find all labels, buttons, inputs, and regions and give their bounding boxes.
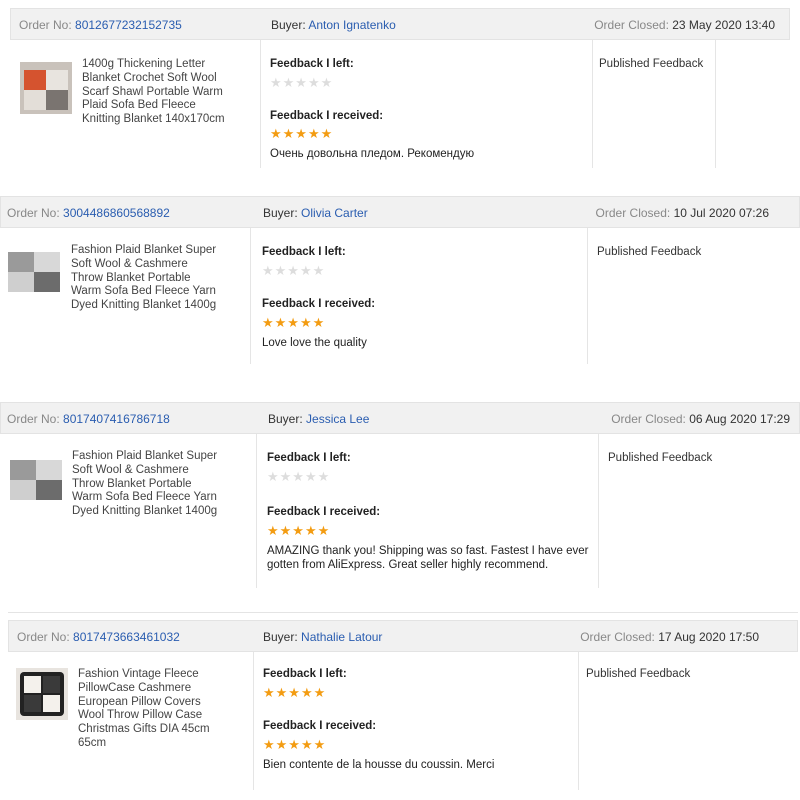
buyer-link[interactable]: Olivia Carter [301,206,368,220]
blanket-image-icon [20,62,72,114]
divider [715,40,716,168]
order-closed-label: Order Closed: [611,412,686,426]
published-feedback: Published Feedback [586,668,691,680]
buyer-label: Buyer: [271,18,306,32]
divider [250,228,251,364]
feedback-received-stars: ★★★★★ [267,523,331,538]
feedback-received-label: Feedback I received: [267,506,381,518]
section-separator [8,612,798,613]
product-thumbnail[interactable] [16,668,68,720]
buyer-link[interactable]: Jessica Lee [306,412,369,426]
order-header: Order No: 8017407416786718 Buyer: Jessic… [0,402,800,434]
feedback-left-label: Feedback I left: [263,668,347,680]
feedback-comment: AMAZING thank you! Shipping was so fast.… [267,545,589,571]
product-title[interactable]: Fashion Plaid Blanket Super Soft Wool & … [71,244,217,313]
order-number: Order No: 3004486860568892 [7,206,170,220]
divider [256,434,257,588]
feedback-left-stars: ★★★★★ [267,469,331,484]
published-feedback: Published Feedback [599,58,704,70]
order-closed: Order Closed: 23 May 2020 13:40 [594,18,775,32]
buyer: Buyer: Jessica Lee [268,412,369,426]
order-number-link[interactable]: 8017407416786718 [63,412,170,426]
buyer-label: Buyer: [263,630,298,644]
feedback-received-label: Feedback I received: [262,298,376,310]
order-closed: Order Closed: 06 Aug 2020 17:29 [611,412,790,426]
published-feedback: Published Feedback [597,246,702,258]
order-header: Order No: 8017473663461032 Buyer: Nathal… [8,620,798,652]
order-number: Order No: 8012677232152735 [19,18,182,32]
feedback-left-label: Feedback I left: [262,246,346,258]
order-closed: Order Closed: 10 Jul 2020 07:26 [596,206,769,220]
published-feedback: Published Feedback [608,452,713,464]
buyer-label: Buyer: [263,206,298,220]
divider [253,652,254,790]
buyer: Buyer: Anton Ignatenko [271,18,396,32]
buyer: Buyer: Olivia Carter [263,206,368,220]
feedback-received-label: Feedback I received: [263,720,377,732]
product-title[interactable]: Fashion Vintage Fleece PillowCase Cashme… [78,668,224,751]
blanket-image-icon [10,460,62,500]
feedback-comment: Bien contente de la housse du coussin. M… [263,759,495,771]
divider [598,434,599,588]
order-closed-label: Order Closed: [594,18,669,32]
order-no-label: Order No: [17,630,70,644]
buyer: Buyer: Nathalie Latour [263,630,382,644]
order-closed-date: 23 May 2020 13:40 [672,18,775,32]
product-thumbnail[interactable] [20,62,72,114]
feedback-left-label: Feedback I left: [267,452,351,464]
order-number-link[interactable]: 3004486860568892 [63,206,170,220]
divider [587,228,588,364]
feedback-left-stars: ★★★★★ [262,263,326,278]
buyer-link[interactable]: Nathalie Latour [301,630,382,644]
order-closed-date: 06 Aug 2020 17:29 [689,412,790,426]
divider [592,40,593,168]
product-thumbnail[interactable] [10,460,62,500]
feedback-received-stars: ★★★★★ [262,315,326,330]
feedback-left-label: Feedback I left: [270,58,354,70]
order-header: Order No: 8012677232152735 Buyer: Anton … [10,8,790,40]
product-title[interactable]: Fashion Plaid Blanket Super Soft Wool & … [72,450,218,519]
order-closed-date: 17 Aug 2020 17:50 [658,630,759,644]
product-title[interactable]: 1400g Thickening Letter Blanket Crochet … [82,58,230,127]
divider [578,652,579,790]
feedback-received-label: Feedback I received: [270,110,384,122]
order-card: Order No: 3004486860568892 Buyer: Olivia… [0,196,800,364]
order-card: Order No: 8017407416786718 Buyer: Jessic… [0,402,800,588]
order-number: Order No: 8017407416786718 [7,412,170,426]
order-header: Order No: 3004486860568892 Buyer: Olivia… [0,196,800,228]
order-card: Order No: 8012677232152735 Buyer: Anton … [10,8,790,168]
blanket-image-icon [8,252,60,292]
order-number-link[interactable]: 8012677232152735 [75,18,182,32]
feedback-left-stars: ★★★★★ [270,75,334,90]
order-closed-date: 10 Jul 2020 07:26 [673,206,769,220]
feedback-left-stars: ★★★★★ [263,685,327,700]
order-closed-label: Order Closed: [580,630,655,644]
order-number: Order No: 8017473663461032 [17,630,180,644]
feedback-comment: Очень довольна пледом. Рекомендую [270,148,475,160]
order-closed-label: Order Closed: [595,206,671,220]
order-no-label: Order No: [7,206,60,220]
order-number-link[interactable]: 8017473663461032 [73,630,180,644]
order-card: Order No: 8017473663461032 Buyer: Nathal… [8,620,798,790]
buyer-link[interactable]: Anton Ignatenko [308,18,395,32]
buyer-label: Buyer: [268,412,303,426]
pillow-image-icon [16,668,68,720]
divider [260,40,261,168]
order-no-label: Order No: [19,18,72,32]
order-no-label: Order No: [7,412,60,426]
product-thumbnail[interactable] [8,252,60,292]
feedback-received-stars: ★★★★★ [263,737,327,752]
order-closed: Order Closed: 17 Aug 2020 17:50 [580,630,759,644]
feedback-received-stars: ★★★★★ [270,126,334,141]
feedback-comment: Love love the quality [262,337,367,349]
